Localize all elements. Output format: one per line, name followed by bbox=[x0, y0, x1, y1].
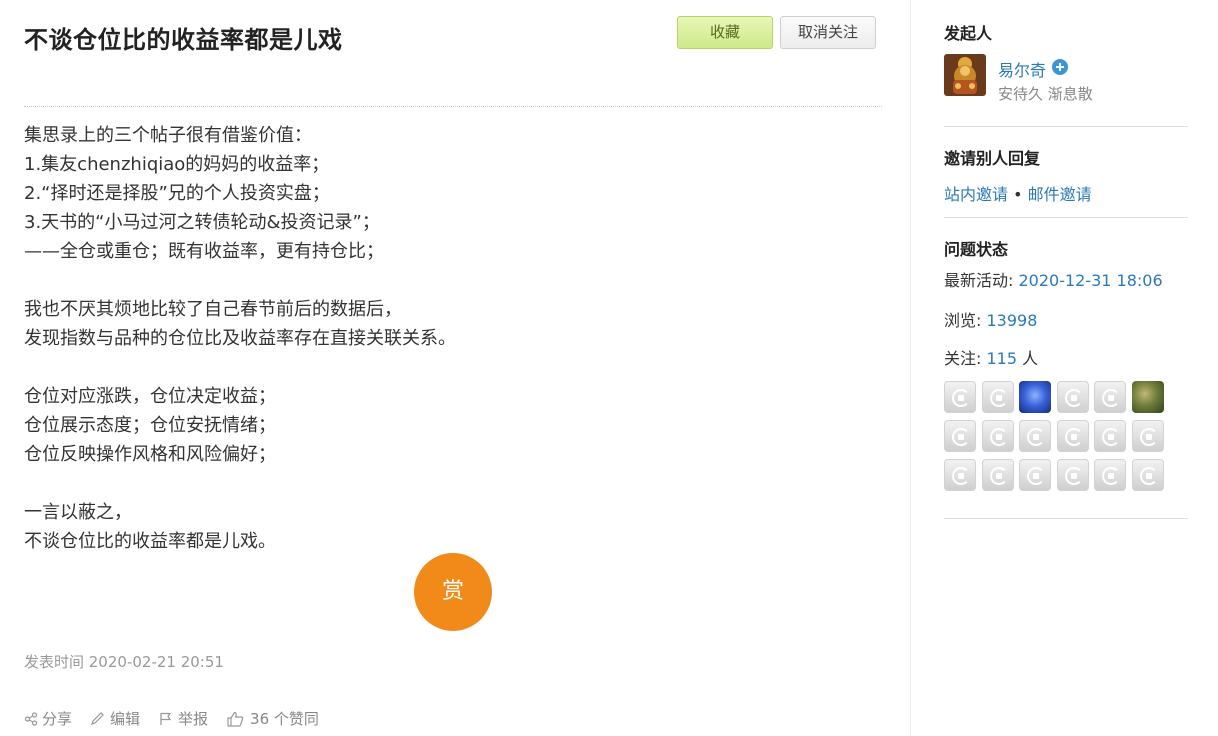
share-button[interactable]: 分享 bbox=[24, 708, 72, 729]
follower-avatar[interactable] bbox=[944, 459, 976, 491]
reward-button[interactable]: 赏 bbox=[414, 553, 492, 631]
views-label: 浏览: bbox=[944, 311, 987, 330]
report-label: 举报 bbox=[178, 710, 209, 728]
invite-separator: • bbox=[1013, 185, 1023, 204]
question-main: 不谈仓位比的收益率都是儿戏 收藏 取消关注 集思录上的三个帖子很有借鉴价值： 1.… bbox=[0, 0, 910, 736]
followers-count: 关注: 115 人 bbox=[944, 345, 1038, 369]
follower-avatar[interactable] bbox=[981, 420, 1014, 452]
page-title: 不谈仓位比的收益率都是儿戏 bbox=[24, 26, 343, 54]
thumbs-up-icon bbox=[227, 711, 244, 727]
followers-value[interactable]: 115 bbox=[986, 349, 1017, 368]
content-line: 仓位反映操作风格和风险偏好； bbox=[24, 444, 276, 465]
question-content: 集思录上的三个帖子很有借鉴价值： 1.集友chenzhiqiao的妈妈的收益率； 2… bbox=[24, 121, 884, 556]
content-line bbox=[24, 266, 884, 295]
follow-plus-icon[interactable] bbox=[1052, 59, 1068, 75]
unfollow-button[interactable]: 取消关注 bbox=[780, 16, 876, 49]
follower-avatar[interactable] bbox=[1019, 420, 1051, 452]
followers-unit: 人 bbox=[1017, 349, 1039, 368]
followers-label: 关注: bbox=[944, 349, 987, 368]
flag-icon bbox=[160, 712, 172, 725]
avatar-image bbox=[944, 54, 986, 96]
edit-button[interactable]: 编辑 bbox=[90, 708, 140, 729]
follower-avatar[interactable] bbox=[1094, 381, 1126, 413]
content-line: 仓位展示态度；仓位安抚情绪； bbox=[24, 415, 276, 436]
follower-avatar[interactable] bbox=[981, 381, 1014, 413]
content-line: 集思录上的三个帖子很有借鉴价值： bbox=[24, 125, 312, 146]
action-bar: 分享 编辑 举报 36 个赞同 bbox=[24, 708, 337, 729]
follower-avatar[interactable] bbox=[944, 420, 976, 452]
invite-mail-link[interactable]: 邮件邀请 bbox=[1028, 185, 1092, 204]
latest-activity-label: 最新活动: bbox=[944, 271, 1019, 290]
invite-heading: 邀请别人回复 bbox=[944, 149, 1041, 168]
edit-label: 编辑 bbox=[110, 710, 141, 728]
follower-avatar[interactable] bbox=[1056, 420, 1089, 452]
content-line: 1.集友chenzhiqiao的妈妈的收益率； bbox=[24, 154, 330, 175]
share-label: 分享 bbox=[42, 710, 73, 728]
follower-avatar[interactable] bbox=[1056, 459, 1089, 491]
views-value: 13998 bbox=[986, 311, 1038, 330]
content-line: 不谈仓位比的收益率都是儿戏。 bbox=[24, 531, 276, 552]
follower-avatar[interactable] bbox=[944, 381, 976, 413]
follower-avatar[interactable] bbox=[1094, 459, 1126, 491]
title-divider bbox=[24, 106, 882, 107]
favorite-button[interactable]: 收藏 bbox=[677, 16, 773, 49]
author-name[interactable]: 易尔奇 bbox=[998, 57, 1046, 81]
content-line: 3.天书的“小马过河之转债轮动&投资记录”； bbox=[24, 212, 380, 233]
divider bbox=[944, 126, 1188, 127]
like-count: 36 个赞同 bbox=[250, 710, 319, 728]
follower-avatar[interactable] bbox=[1131, 420, 1164, 452]
views-count: 浏览: 13998 bbox=[944, 307, 1037, 331]
follower-avatar[interactable] bbox=[1019, 381, 1051, 413]
content-line bbox=[24, 469, 884, 498]
share-icon bbox=[24, 711, 38, 726]
follower-avatar[interactable] bbox=[1131, 459, 1164, 491]
content-line bbox=[24, 353, 884, 382]
author-avatar[interactable] bbox=[944, 54, 986, 96]
content-line: 发现指数与品种的仓位比及收益率存在直接关联关系。 bbox=[24, 328, 456, 349]
follower-avatar[interactable] bbox=[1019, 459, 1051, 491]
like-button[interactable]: 36 个赞同 bbox=[226, 708, 319, 729]
sidebar: 发起人 易尔奇 安待久 渐息散 邀请别人回复 站内邀请 • 邮件邀请 问题状态 … bbox=[910, 0, 1218, 736]
content-line: 我也不厌其烦地比较了自己春节前后的数据后， bbox=[24, 299, 402, 320]
pencil-icon bbox=[91, 711, 104, 725]
content-line: ——全仓或重仓；既有收益率，更有持仓比； bbox=[24, 241, 384, 262]
author-signature: 安待久 渐息散 bbox=[998, 85, 1093, 103]
divider bbox=[944, 217, 1188, 218]
content-line: 仓位对应涨跌，仓位决定收益； bbox=[24, 386, 276, 407]
invite-links: 站内邀请 • 邮件邀请 bbox=[944, 181, 1092, 205]
status-heading: 问题状态 bbox=[944, 240, 1009, 259]
content-line: 一言以蔽之， bbox=[24, 502, 132, 523]
latest-activity: 最新活动: 2020-12-31 18:06 bbox=[944, 267, 1163, 291]
follower-avatar[interactable] bbox=[1056, 381, 1089, 413]
content-line: 2.“择时还是择股”兄的个人投资实盘； bbox=[24, 183, 330, 204]
report-button[interactable]: 举报 bbox=[158, 708, 208, 729]
author-heading: 发起人 bbox=[944, 24, 993, 43]
follower-avatar[interactable] bbox=[1094, 420, 1126, 452]
publish-time: 发表时间 2020-02-21 20:51 bbox=[24, 653, 224, 671]
latest-activity-value[interactable]: 2020-12-31 18:06 bbox=[1018, 271, 1162, 290]
divider bbox=[944, 518, 1188, 519]
invite-site-link[interactable]: 站内邀请 bbox=[944, 185, 1008, 204]
follower-avatar[interactable] bbox=[981, 459, 1014, 491]
follower-avatar[interactable] bbox=[1131, 381, 1164, 413]
